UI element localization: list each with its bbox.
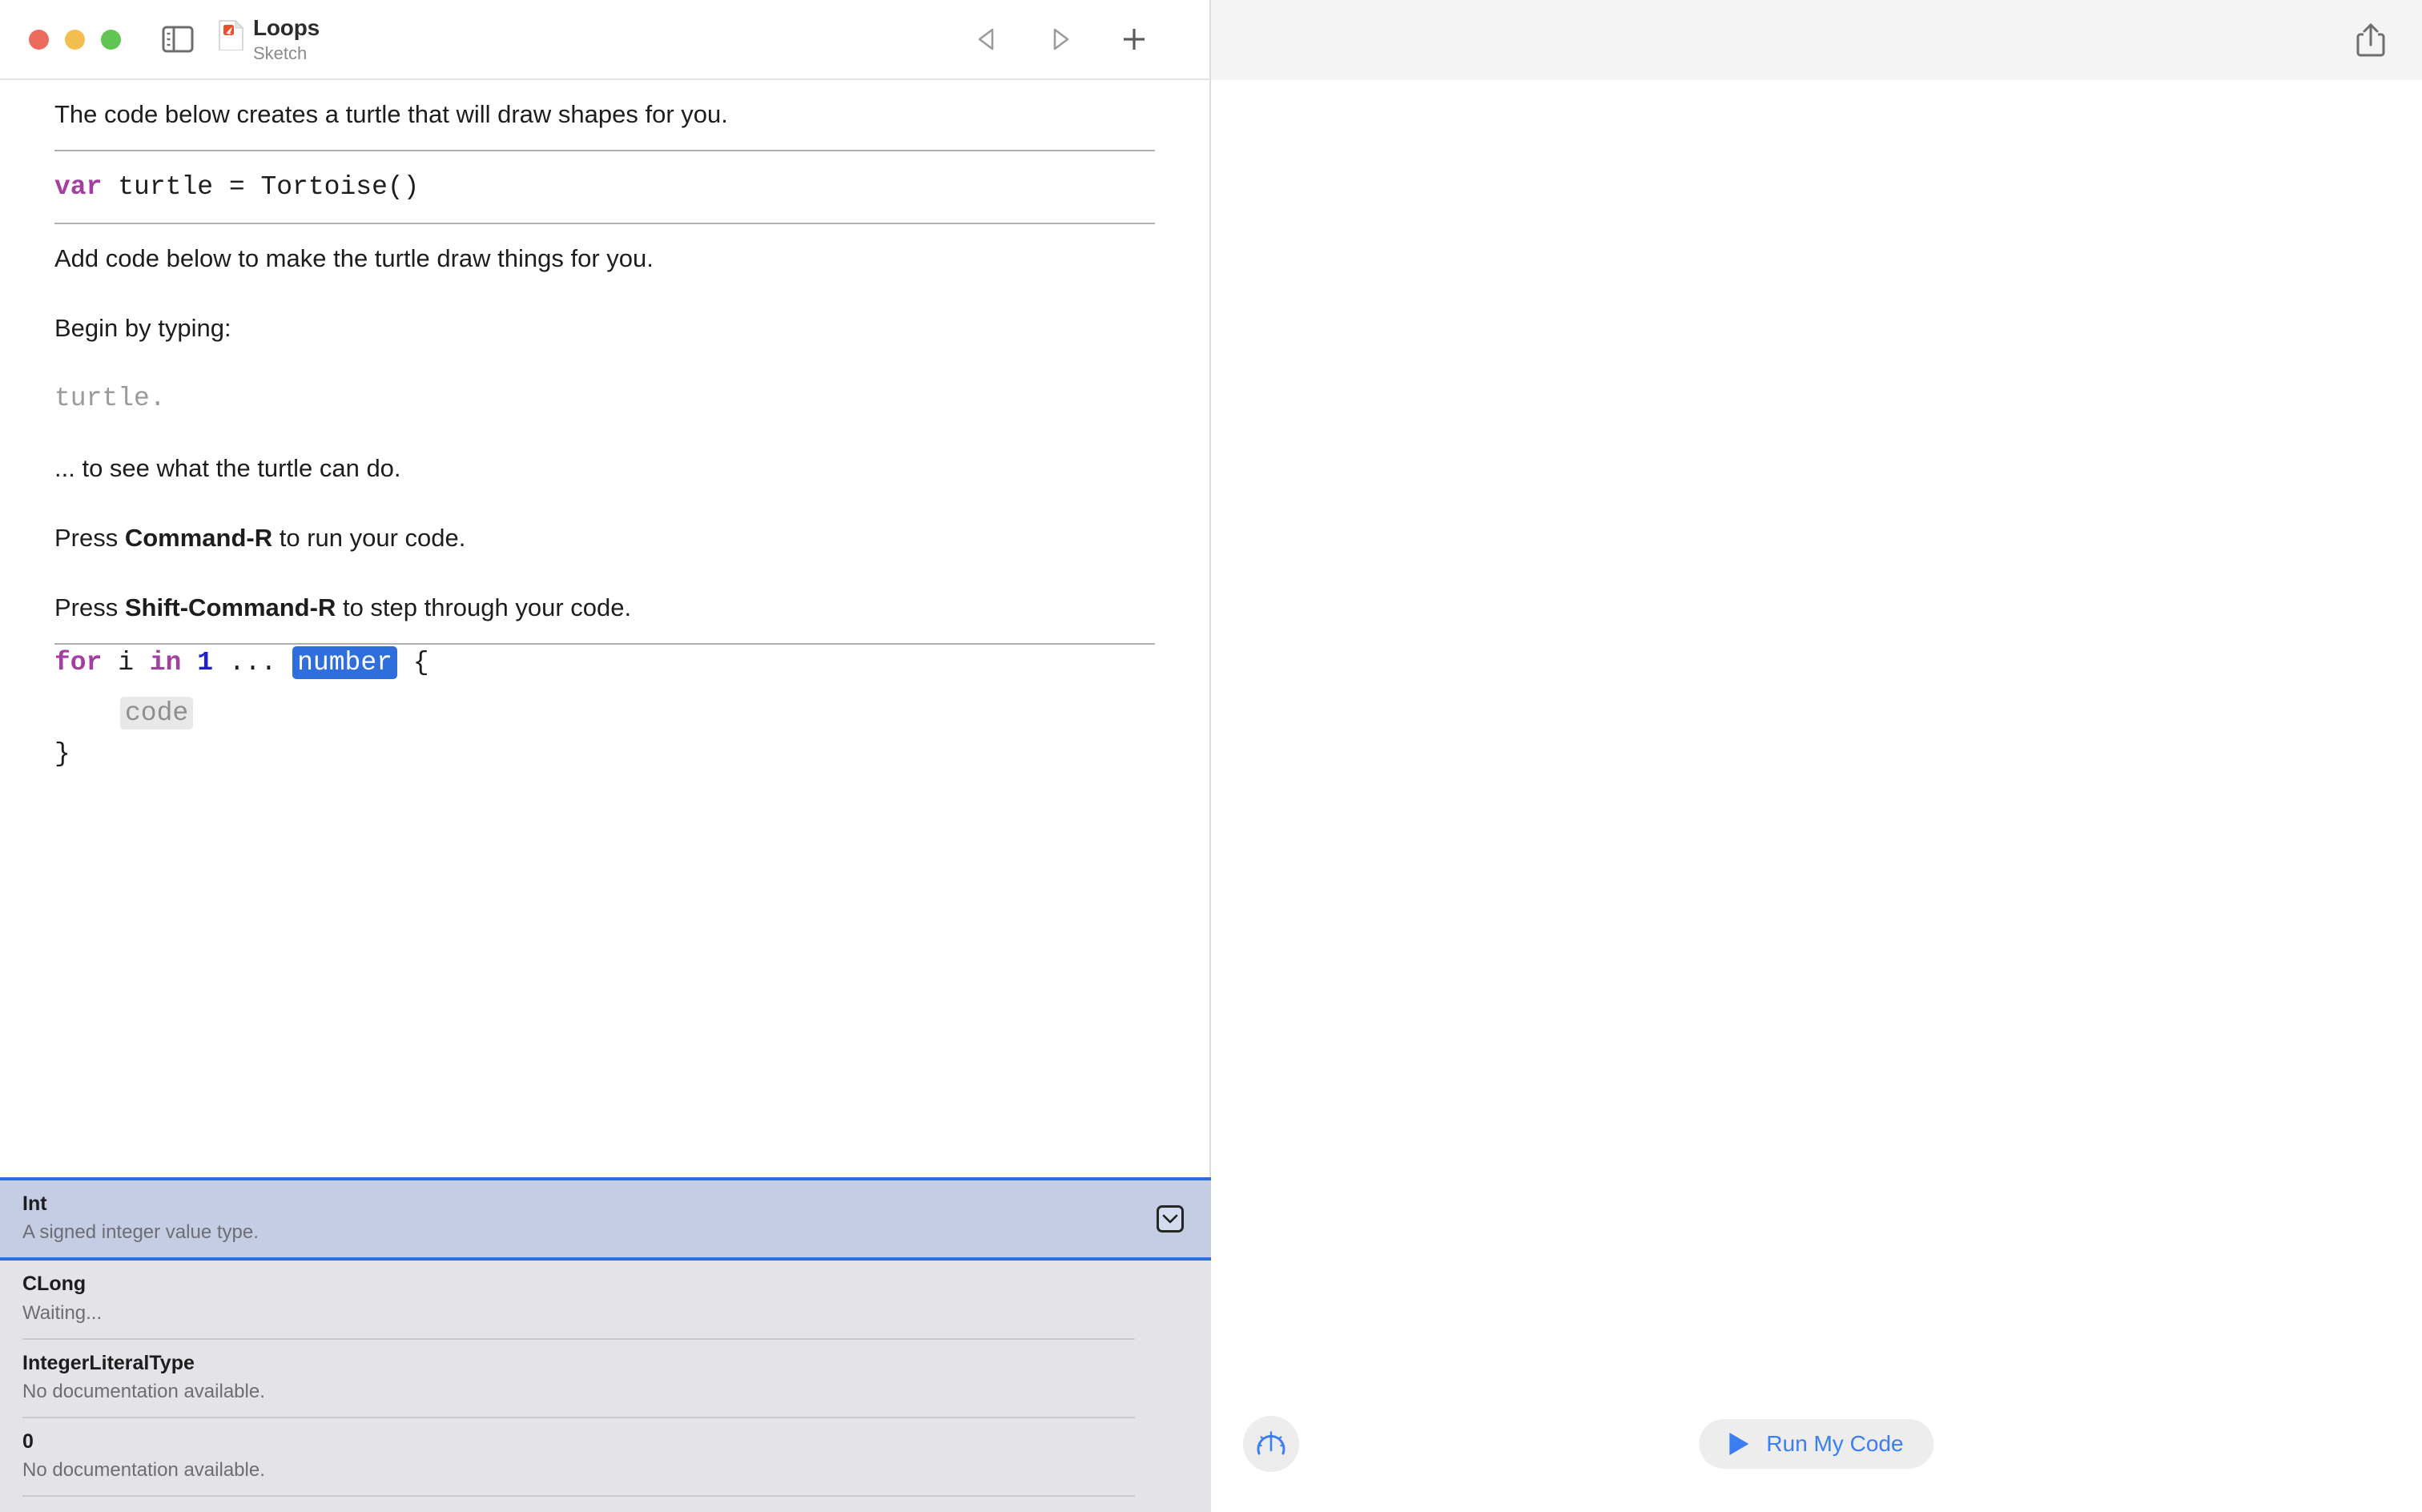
press-prefix: Press [54, 524, 125, 552]
shortcut-shift-command-r: Shift-Command-R [125, 593, 336, 621]
autocomplete-item-detail: Waiting... [22, 1301, 1189, 1325]
prose-paragraph-run: Press Command-R to run your code. [54, 504, 1155, 573]
autocomplete-item-darwin-c-ansi[interactable]: DARWIN_C_ANSI [0, 1497, 1211, 1512]
keyword-for: for [54, 648, 102, 678]
space-1 [181, 648, 197, 678]
chevron-down-icon [1162, 1213, 1178, 1224]
prose-paragraph: Add code below to make the turtle draw t… [54, 224, 1155, 294]
autocomplete-disclosure-button[interactable] [1157, 1205, 1184, 1233]
autocomplete-item-detail: No documentation available. [22, 1380, 1189, 1404]
triangle-right-icon [1048, 26, 1072, 52]
range-operator: ... [213, 648, 292, 678]
run-my-code-label: Run My Code [1766, 1431, 1903, 1457]
run-my-code-button[interactable]: Run My Code [1699, 1419, 1933, 1469]
share-icon [2353, 22, 2388, 58]
close-window-button[interactable] [29, 30, 49, 50]
editor-pane: Loops Sketch [0, 0, 1211, 1512]
press-prefix: Press [54, 593, 125, 621]
autocomplete-popover[interactable]: Int A signed integer value type. CLong W… [0, 1177, 1211, 1512]
document-identity[interactable]: Loops Sketch [219, 15, 320, 63]
plus-icon [1120, 26, 1148, 53]
step-forward-button[interactable] [1043, 22, 1078, 57]
minimize-window-button[interactable] [65, 30, 85, 50]
autocomplete-item-title: Int [22, 1192, 1189, 1216]
autocomplete-item-detail: A signed integer value type. [22, 1220, 1189, 1245]
sidebar-toggle-icon [162, 26, 194, 53]
code-close-brace: } [54, 739, 1155, 769]
prose-paragraph-step: Press Shift-Command-R to step through yo… [54, 573, 1155, 643]
press-suffix: to step through your code. [336, 593, 631, 621]
navigation-controls [969, 22, 1152, 57]
play-icon [1729, 1433, 1748, 1455]
live-view-header [1211, 0, 2422, 80]
placeholder-code[interactable]: code [120, 697, 193, 730]
autocomplete-item-title: DARWIN_C_ANSI [22, 1508, 1189, 1512]
maximize-window-button[interactable] [101, 30, 121, 50]
code-for-loop[interactable]: for i in 1 ... number { [54, 645, 1155, 698]
speedometer-icon [1253, 1426, 1289, 1462]
add-page-button[interactable] [1116, 22, 1152, 57]
autocomplete-item-clong[interactable]: CLong Waiting... [0, 1261, 1211, 1337]
prose-paragraph: Begin by typing: [54, 294, 1155, 364]
traffic-light-group [29, 30, 121, 50]
autocomplete-item-title: IntegerLiteralType [22, 1351, 1189, 1376]
autocomplete-item-integerliteraltype[interactable]: IntegerLiteralType No documentation avai… [0, 1340, 1211, 1417]
shortcut-command-r: Command-R [125, 524, 272, 552]
sidebar-toggle-button[interactable] [161, 22, 195, 56]
document-subtitle: Sketch [253, 43, 320, 63]
execution-speed-button[interactable] [1243, 1416, 1299, 1472]
window-titlebar: Loops Sketch [0, 0, 1209, 80]
playground-document: The code below creates a turtle that wil… [0, 80, 1209, 769]
code-statement-declaration[interactable]: var turtle = Tortoise() [54, 151, 1155, 223]
autocomplete-item-title: 0 [22, 1430, 1189, 1454]
playgrounds-window: Loops Sketch [0, 0, 2422, 1512]
code-declaration-rest: turtle = Tortoise() [102, 172, 419, 202]
prose-paragraph: ... to see what the turtle can do. [54, 434, 1155, 504]
step-back-button[interactable] [969, 22, 1004, 57]
autocomplete-item-zero[interactable]: 0 No documentation available. [0, 1418, 1211, 1495]
loop-variable: i [102, 648, 149, 678]
code-loop-body[interactable]: code [54, 698, 1155, 739]
placeholder-number-selected[interactable]: number [292, 646, 397, 679]
press-suffix: to run your code. [272, 524, 465, 552]
keyword-var: var [54, 172, 102, 202]
live-view-pane: Run My Code [1211, 0, 2422, 1512]
document-title: Loops [253, 15, 320, 41]
open-brace: { [397, 648, 429, 678]
autocomplete-item-detail: No documentation available. [22, 1458, 1189, 1482]
live-view-canvas: Run My Code [1211, 80, 2422, 1512]
autocomplete-item-title: CLong [22, 1272, 1189, 1297]
autocomplete-item-int[interactable]: Int A signed integer value type. [0, 1180, 1211, 1261]
keyword-in: in [150, 648, 182, 678]
prose-paragraph: The code below creates a turtle that wil… [54, 80, 1155, 150]
swift-file-icon [219, 20, 243, 54]
triangle-left-icon [975, 26, 999, 52]
ghost-code-hint: turtle. [54, 363, 1155, 434]
share-button[interactable] [2350, 19, 2392, 61]
range-start-value: 1 [197, 648, 213, 678]
